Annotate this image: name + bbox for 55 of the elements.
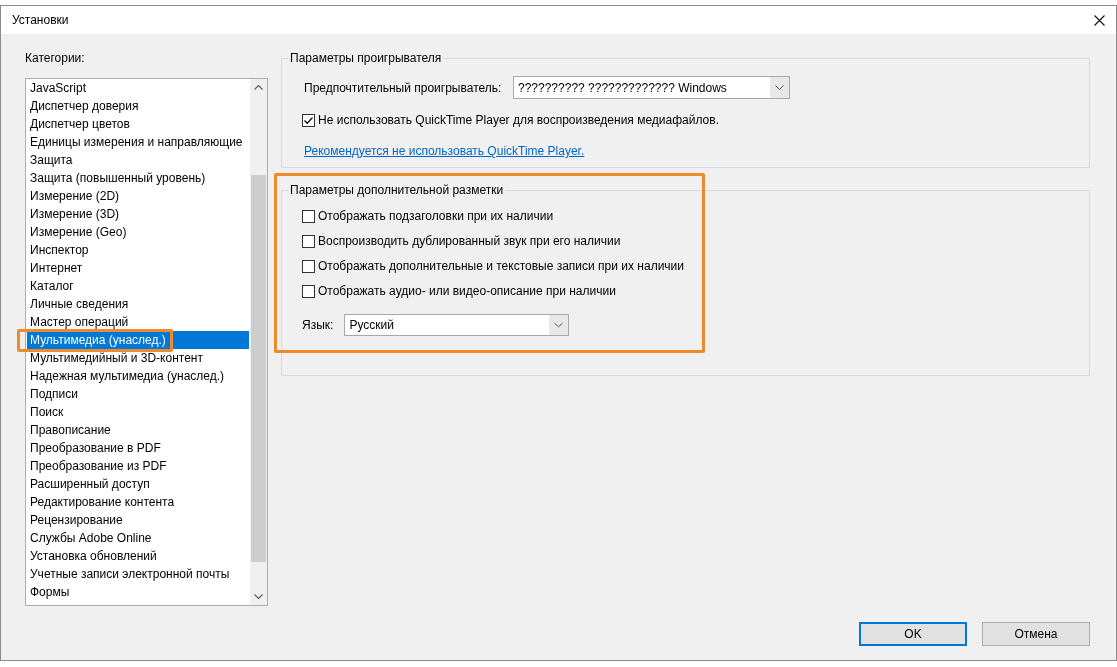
category-item[interactable]: Мультимедиа (унаслед.) bbox=[27, 331, 249, 349]
category-item[interactable]: Мастер операций bbox=[27, 313, 249, 331]
category-item[interactable]: Измерение (3D) bbox=[27, 205, 249, 223]
category-item[interactable]: Инспектор bbox=[27, 241, 249, 259]
category-item[interactable]: Рецензирование bbox=[27, 511, 249, 529]
category-item[interactable]: Преобразование в PDF bbox=[27, 439, 249, 457]
checkbox-label[interactable]: Отображать аудио- или видео-описание при наличии bbox=[318, 283, 616, 299]
language-label: Язык: bbox=[302, 317, 334, 333]
category-item[interactable]: Измерение (2D) bbox=[27, 187, 249, 205]
scroll-down-icon[interactable] bbox=[254, 594, 263, 599]
cancel-button[interactable]: Отмена bbox=[982, 622, 1090, 646]
checkbox-label[interactable]: Воспроизводить дублированный звук при его наличии bbox=[318, 233, 621, 249]
category-item[interactable]: Формы bbox=[27, 583, 249, 601]
scrollbar[interactable] bbox=[250, 79, 267, 605]
window-title: Установки bbox=[12, 12, 70, 28]
scrollbar-thumb[interactable] bbox=[251, 175, 266, 562]
language-dropdown[interactable]: Русский bbox=[344, 314, 570, 336]
checkbox-label[interactable]: Не использовать QuickTime Player для воспроизведения медиафайлов. bbox=[318, 112, 719, 128]
category-item[interactable]: Установка обновлений bbox=[27, 547, 249, 565]
category-item[interactable]: Измерение (Geo) bbox=[27, 223, 249, 241]
category-item[interactable]: Службы Adobe Online bbox=[27, 529, 249, 547]
category-item[interactable]: Расширенный доступ bbox=[27, 475, 249, 493]
category-item[interactable]: Защита (повышенный уровень) bbox=[27, 169, 249, 187]
category-item[interactable]: Диспетчер цветов bbox=[27, 115, 249, 133]
category-item[interactable]: Преобразование из PDF bbox=[27, 457, 249, 475]
checkbox[interactable] bbox=[302, 234, 315, 248]
category-item[interactable]: JavaScript bbox=[27, 79, 249, 97]
category-item[interactable]: Защита bbox=[27, 151, 249, 169]
group-title: Параметры дополнительной разметки bbox=[289, 182, 505, 198]
checkbox-label[interactable]: Отображать подзаголовки при их наличии bbox=[318, 208, 554, 224]
category-item[interactable]: Редактирование контента bbox=[27, 493, 249, 511]
quicktime-link[interactable]: Рекомендуется не использовать QuickTime Player. bbox=[304, 143, 585, 159]
ok-button[interactable]: OK bbox=[859, 622, 967, 646]
checkbox[interactable] bbox=[302, 113, 315, 127]
checkbox[interactable] bbox=[302, 259, 315, 273]
categories-label: Категории: bbox=[25, 50, 86, 66]
category-item[interactable]: Мультимедийный и 3D-контент bbox=[27, 349, 249, 367]
category-item[interactable]: Каталог bbox=[27, 277, 249, 295]
scroll-up-icon[interactable] bbox=[254, 85, 263, 90]
category-item[interactable]: Подписи bbox=[27, 385, 249, 403]
category-item[interactable]: Диспетчер доверия bbox=[27, 97, 249, 115]
player-label: Предпочтительный проигрыватель: bbox=[304, 79, 502, 96]
category-item[interactable]: Поиск bbox=[27, 403, 249, 421]
player-dropdown[interactable]: ?????????? ????????????? Windows bbox=[513, 76, 790, 99]
category-item[interactable]: Единицы измерения и направляющие bbox=[27, 133, 249, 151]
checkbox-label[interactable]: Отображать дополнительные и текстовые записи при их наличии bbox=[318, 258, 684, 274]
category-item[interactable]: Надежная мультимедиа (унаслед.) bbox=[27, 367, 249, 385]
checkbox[interactable] bbox=[302, 284, 315, 298]
checkbox[interactable] bbox=[302, 209, 315, 223]
group-title: Параметры проигрывателя bbox=[289, 50, 443, 66]
category-item[interactable]: Интернет bbox=[27, 259, 249, 277]
category-item[interactable]: Личные сведения bbox=[27, 295, 249, 313]
category-item[interactable]: Правописание bbox=[27, 421, 249, 439]
close-icon[interactable] bbox=[1094, 14, 1105, 26]
category-item[interactable]: Учетные записи электронной почты bbox=[27, 565, 249, 583]
